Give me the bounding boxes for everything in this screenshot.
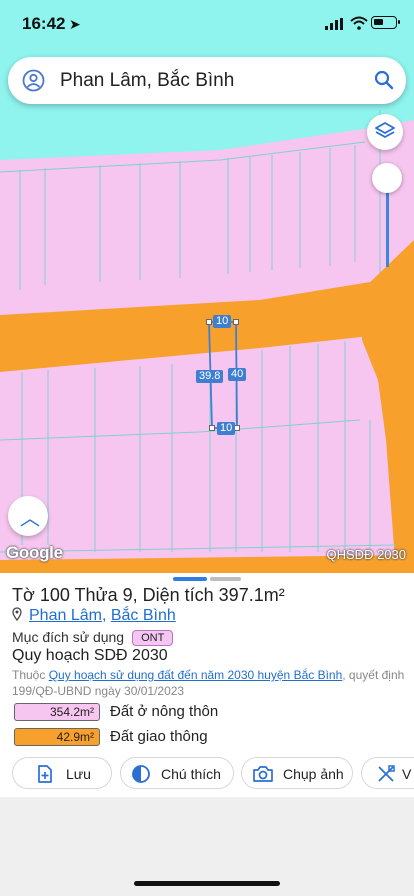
dimension-label-bottom: 10 bbox=[217, 422, 236, 435]
expand-sheet-button[interactable]: ︿ bbox=[8, 496, 48, 536]
layers-button[interactable] bbox=[367, 114, 403, 150]
land-use-purpose: Mục đích sử dụng ONT bbox=[12, 629, 174, 646]
area-type-label: Đất giao thông bbox=[110, 728, 208, 745]
plan-title: Quy hoạch SDĐ 2030 bbox=[12, 647, 168, 664]
location-separator: , bbox=[101, 607, 111, 624]
dimension-label-right: 40 bbox=[228, 368, 247, 381]
layers-icon bbox=[375, 122, 395, 138]
area-value-box: 354.2m² bbox=[14, 703, 100, 721]
plan-source-link[interactable]: Quy hoạch sử dụng đất đến năm 2030 huyện… bbox=[49, 668, 343, 682]
page-indicator-active bbox=[173, 577, 207, 581]
wifi-icon bbox=[350, 16, 368, 30]
commune-link[interactable]: Phan Lâm bbox=[29, 607, 102, 624]
battery-icon bbox=[371, 16, 400, 29]
google-logo: Google bbox=[6, 543, 63, 562]
area-row-transport: 42.9m² Đất giao thông bbox=[14, 728, 394, 746]
sheet-drag-handle[interactable] bbox=[173, 577, 241, 581]
parcel-corner-marker bbox=[206, 319, 212, 325]
home-indicator[interactable] bbox=[134, 881, 280, 886]
district-link[interactable]: Bắc Bình bbox=[111, 607, 176, 624]
search-icon[interactable] bbox=[374, 70, 394, 90]
save-button-label: Lưu bbox=[66, 766, 91, 782]
map-pin-icon bbox=[12, 607, 22, 621]
legend-button-label: Chú thích bbox=[161, 766, 221, 782]
location-arrow-icon: ➤ bbox=[69, 16, 81, 32]
tools-button-label: V bbox=[402, 766, 412, 782]
page-indicator-inactive bbox=[210, 577, 241, 581]
contrast-icon bbox=[132, 765, 150, 783]
dimension-label-left: 39.8 bbox=[196, 370, 224, 383]
search-query[interactable]: Phan Lâm, Bắc Bình bbox=[60, 70, 234, 92]
parcel-corner-marker bbox=[209, 425, 215, 431]
parcel-info-sheet: Tờ 100 Thửa 9, Diện tích 397.1m² Phan Lâ… bbox=[0, 573, 414, 797]
bookmark-add-icon bbox=[38, 765, 52, 783]
area-value-box: 42.9m² bbox=[14, 728, 100, 746]
tools-icon bbox=[378, 765, 395, 782]
chevron-up-icon: ︿ bbox=[20, 508, 40, 530]
take-photo-button[interactable]: Chụp ảnh bbox=[241, 757, 353, 789]
camera-add-icon bbox=[253, 766, 273, 782]
purpose-label: Mục đích sử dụng bbox=[12, 629, 125, 645]
status-time: 16:42 bbox=[22, 14, 66, 33]
plan-source: Thuộc Quy hoạch sử dụng đất đến năm 2030… bbox=[12, 668, 405, 698]
parcel-location: Phan Lâm, Bắc Bình bbox=[12, 607, 176, 625]
area-row-residential: 354.2m² Đất ở nông thôn bbox=[14, 703, 394, 721]
parcel-corner-marker bbox=[233, 319, 239, 325]
action-chips: Lưu Chú thích Chụp ảnh V bbox=[12, 757, 414, 789]
purpose-code-badge: ONT bbox=[132, 630, 174, 646]
account-icon[interactable] bbox=[22, 69, 45, 92]
save-button[interactable]: Lưu bbox=[12, 757, 112, 789]
parcel-title: Tờ 100 Thửa 9, Diện tích 397.1m² bbox=[12, 585, 285, 605]
legend-button[interactable]: Chú thích bbox=[120, 757, 234, 789]
dimension-label-top: 10 bbox=[213, 315, 232, 328]
cellular-signal-icon bbox=[325, 18, 343, 30]
opacity-slider-handle[interactable] bbox=[372, 163, 402, 193]
status-bar: 16:42 ➤ bbox=[0, 0, 414, 48]
area-type-label: Đất ở nông thôn bbox=[110, 703, 219, 720]
search-bar[interactable]: Phan Lâm, Bắc Bình bbox=[8, 57, 406, 104]
tools-button[interactable]: V bbox=[361, 757, 414, 789]
take-photo-label: Chụp ảnh bbox=[283, 766, 344, 782]
map-layer-label: QHSDĐ 2030 bbox=[326, 547, 406, 562]
